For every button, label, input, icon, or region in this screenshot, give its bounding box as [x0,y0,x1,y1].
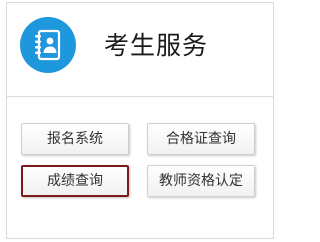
page-title: 考生服务 [104,31,209,60]
divider [7,96,273,97]
contact-book-icon [20,17,76,73]
registration-system-button[interactable]: 报名系统 [21,123,129,155]
student-service-panel: 考生服务 报名系统 合格证查询 成绩查询 教师资格认定 [6,2,274,239]
teacher-qualification-button[interactable]: 教师资格认定 [147,165,255,197]
score-query-button[interactable]: 成绩查询 [21,165,129,197]
certificate-query-button[interactable]: 合格证查询 [147,123,255,155]
panel-header: 考生服务 [7,3,273,95]
